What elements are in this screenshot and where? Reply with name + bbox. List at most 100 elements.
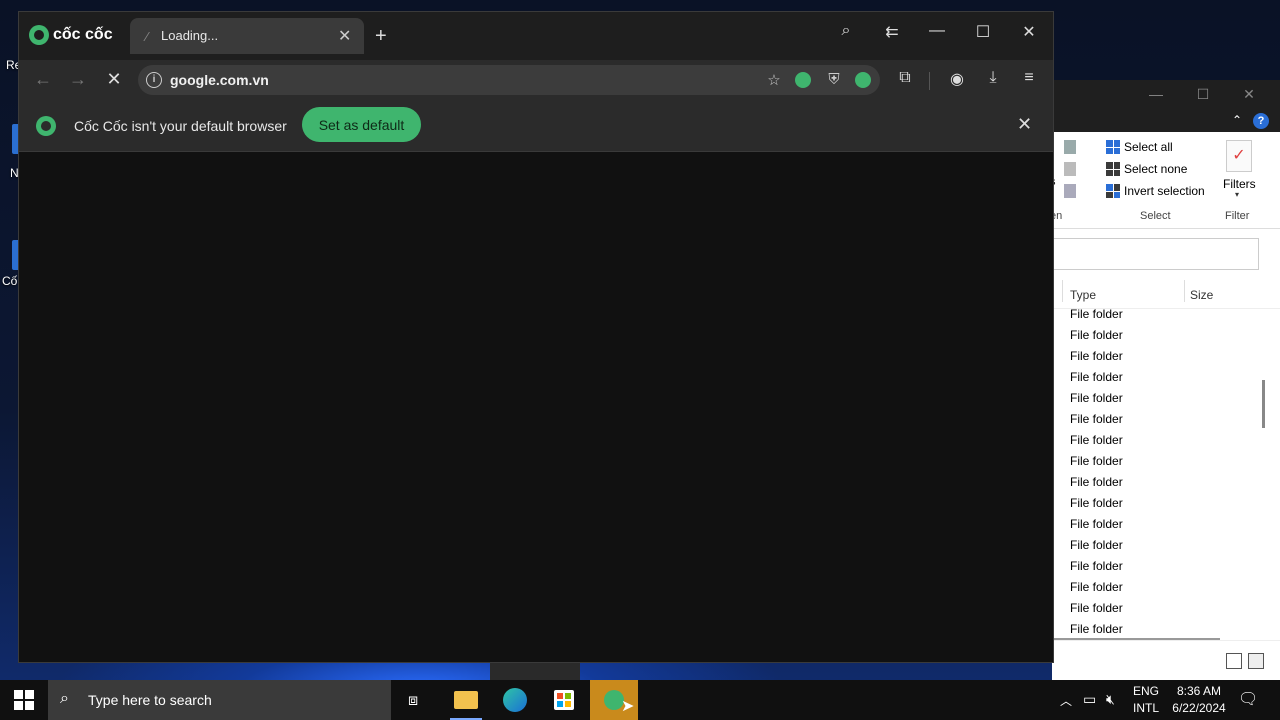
select-all-icon	[1106, 140, 1120, 154]
chevron-down-icon: ▾	[1235, 190, 1240, 199]
help-icon[interactable]: ?	[1253, 113, 1269, 129]
bookmark-star-icon[interactable]: ☆	[764, 71, 784, 89]
taskbar-search-placeholder: Type here to search	[88, 692, 212, 708]
taskbar: ⌕ Type here to search ⧈ ➤ ︿ ▭ 🔇︎ ENG INT…	[0, 680, 1280, 720]
explorer-maximize-button[interactable]: ☐	[1183, 86, 1223, 103]
new-tab-button[interactable]: +	[375, 25, 387, 48]
explorer-minimize-button[interactable]: —	[1136, 86, 1176, 102]
column-header-type[interactable]: Type	[1070, 288, 1096, 302]
stop-loading-button[interactable]: ✕	[102, 69, 126, 90]
filters-icon[interactable]: ✓	[1226, 140, 1252, 172]
tab-loading[interactable]: ⁄ Loading... ✕	[130, 18, 364, 54]
explorer-ribbon: s Select all Select none Invert selectio…	[1050, 132, 1280, 229]
download-media-icon[interactable]	[855, 72, 871, 88]
windows-start-icon[interactable]	[14, 690, 34, 710]
table-row[interactable]: File folder	[1070, 409, 1260, 430]
invert-selection-button[interactable]: Invert selection	[1106, 184, 1205, 198]
ribbon-group-filter-label: Filter	[1225, 210, 1250, 222]
ribbon-group-select-label: Select	[1140, 210, 1171, 222]
task-view-button[interactable]: ⧈	[392, 680, 440, 720]
browser-titlebar: cốc cốc ⁄ Loading... ✕ + ⌕ ⇇ — ☐ ✕	[19, 12, 1053, 60]
coccoc-logo: cốc cốc	[29, 25, 113, 45]
explorer-titlebar: — ☐ ✕	[1052, 80, 1280, 110]
table-row[interactable]: File folder	[1070, 556, 1260, 577]
select-all-button[interactable]: Select all	[1106, 140, 1173, 154]
back-button[interactable]: ←	[31, 69, 55, 90]
infobar-message: Cốc Cốc isn't your default browser	[74, 118, 287, 134]
site-info-icon[interactable]: i	[146, 72, 162, 88]
properties-icon[interactable]	[1064, 140, 1076, 154]
notification-center-icon[interactable]: 🗨︎	[1238, 689, 1258, 709]
column-header-size[interactable]: Size	[1190, 288, 1213, 302]
explorer-search-box[interactable]	[1052, 238, 1259, 270]
coccoc-taskbar-button[interactable]: ➤	[590, 680, 638, 720]
filters-button-label[interactable]: Filters	[1223, 177, 1256, 191]
table-row[interactable]: File folder	[1070, 577, 1260, 598]
mouse-cursor-icon: ➤	[621, 698, 635, 715]
tab-search-icon[interactable]: ⌕	[831, 22, 861, 40]
coccoc-browser-window: cốc cốc ⁄ Loading... ✕ + ⌕ ⇇ — ☐ ✕ ← → ✕…	[18, 11, 1054, 663]
file-explorer-taskbar-button[interactable]	[442, 680, 490, 720]
forward-button[interactable]: →	[66, 69, 90, 90]
set-as-default-button[interactable]: Set as default	[302, 107, 421, 142]
table-row[interactable]: File folder	[1070, 346, 1260, 367]
history-icon[interactable]	[1064, 184, 1076, 198]
table-row[interactable]: File folder	[1070, 451, 1260, 472]
task-view-icon: ⧈	[408, 692, 419, 709]
desktop-icon-label-coccoc: Cố	[2, 274, 18, 288]
store-taskbar-button[interactable]	[540, 680, 588, 720]
table-row[interactable]: File folder	[1070, 325, 1260, 346]
address-bar-url[interactable]: google.com.vn	[170, 72, 269, 88]
explorer-scrollbar[interactable]	[1262, 380, 1265, 428]
sidebar-toggle-icon[interactable]: ⇇	[877, 22, 907, 42]
network-icon[interactable]: ▭	[1083, 691, 1096, 708]
profile-icon[interactable]: ◉	[945, 69, 969, 89]
table-row[interactable]: File folder	[1070, 304, 1260, 325]
edge-taskbar-button[interactable]	[491, 680, 539, 720]
dark-mode-moon-icon[interactable]	[795, 72, 811, 88]
tab-title: Loading...	[161, 28, 219, 43]
table-row[interactable]: File folder	[1070, 472, 1260, 493]
clock[interactable]: 8:36 AM 6/22/2024	[1168, 684, 1230, 715]
details-view-icon[interactable]	[1226, 653, 1242, 669]
volume-muted-icon[interactable]: 🔇︎	[1106, 691, 1115, 708]
invert-selection-icon	[1106, 184, 1120, 198]
toolbar-divider	[929, 72, 930, 90]
table-row[interactable]: File folder	[1070, 493, 1260, 514]
downloads-icon[interactable]: ⤓	[981, 69, 1005, 87]
explorer-ribbon-tabs: ⌃ ?	[1052, 110, 1280, 132]
table-row[interactable]: File folder	[1070, 430, 1260, 451]
address-bar[interactable]: i google.com.vn ☆ ⛨	[138, 65, 880, 95]
show-hidden-icons-chevron[interactable]: ︿	[1060, 692, 1072, 709]
loading-spinner-icon: ⁄	[146, 29, 149, 44]
table-row[interactable]: File folder	[1070, 388, 1260, 409]
extensions-icon[interactable]: ⧉	[893, 69, 917, 87]
page-content-area[interactable]	[19, 152, 1053, 662]
select-none-button[interactable]: Select none	[1106, 162, 1187, 176]
table-row[interactable]: File folder	[1070, 619, 1260, 640]
tab-close-icon[interactable]: ✕	[338, 26, 351, 46]
language-indicator[interactable]: ENG INTL	[1133, 684, 1159, 715]
table-row[interactable]: File folder	[1070, 367, 1260, 388]
taskbar-search-box[interactable]: ⌕ Type here to search	[48, 680, 391, 720]
explorer-close-button[interactable]: ✕	[1229, 86, 1269, 103]
file-explorer-window: — ☐ ✕ ⌃ ? s Select all Select none Inver…	[1050, 80, 1280, 681]
shield-icon[interactable]: ⛨	[824, 71, 844, 88]
folder-icon	[454, 691, 478, 709]
close-button[interactable]: ✕	[1014, 22, 1044, 42]
table-row[interactable]: File folder	[1070, 514, 1260, 535]
minimize-button[interactable]: —	[922, 22, 952, 40]
table-row[interactable]: File folder	[1070, 535, 1260, 556]
coccoc-logo-icon	[29, 25, 49, 45]
edit-icon[interactable]	[1064, 162, 1076, 176]
infobar-close-icon[interactable]: ✕	[1017, 114, 1032, 135]
select-none-icon	[1106, 162, 1120, 176]
menu-icon[interactable]: ≡	[1017, 69, 1041, 87]
coccoc-infobar-icon	[36, 116, 56, 136]
maximize-button[interactable]: ☐	[968, 22, 998, 42]
chevron-up-icon[interactable]: ⌃	[1232, 113, 1242, 127]
large-icons-view-icon[interactable]	[1248, 653, 1264, 669]
browser-toolbar: ← → ✕ i google.com.vn ☆ ⛨ ⧉ ◉ ⤓ ≡	[19, 60, 1053, 102]
search-icon: ⌕	[60, 690, 69, 707]
table-row[interactable]: File folder	[1070, 598, 1260, 619]
